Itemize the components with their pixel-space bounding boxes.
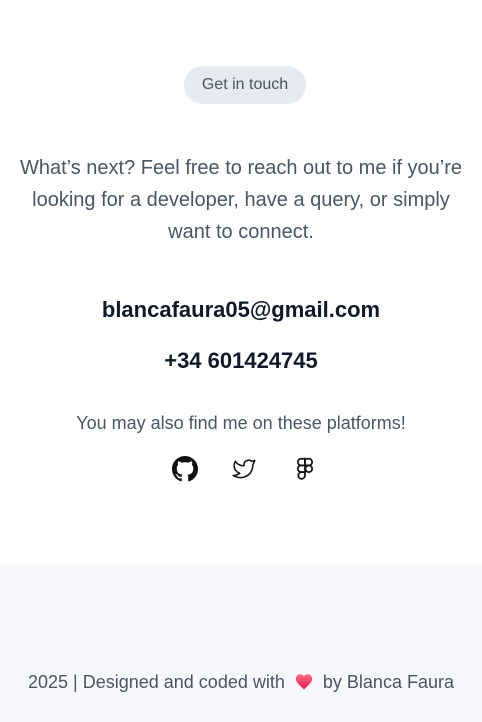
footer-credit: 2025 | Designed and coded with by Blanca…	[0, 670, 482, 694]
figma-icon	[288, 456, 322, 482]
contact-section: Get in touch What’s next? Feel free to r…	[0, 0, 482, 564]
figma-link[interactable]	[288, 452, 322, 486]
footer-text-before: 2025 | Designed and coded with	[28, 672, 285, 692]
page-footer	[0, 564, 482, 722]
get-in-touch-badge[interactable]: Get in touch	[184, 66, 306, 104]
email-link[interactable]: blancafaura05@gmail.com	[0, 294, 482, 326]
footer-text-after: by Blanca Faura	[322, 672, 454, 692]
heart-icon	[294, 672, 314, 690]
github-link[interactable]	[168, 452, 202, 486]
twitter-icon	[227, 456, 261, 482]
phone-link[interactable]: +34 601424745	[0, 345, 482, 377]
twitter-link[interactable]	[227, 452, 261, 486]
social-links	[0, 452, 482, 486]
contact-intro-text: What’s next? Feel free to reach out to m…	[19, 157, 463, 243]
platforms-text: You may also find me on these platforms!	[76, 413, 406, 433]
github-icon	[168, 456, 202, 482]
